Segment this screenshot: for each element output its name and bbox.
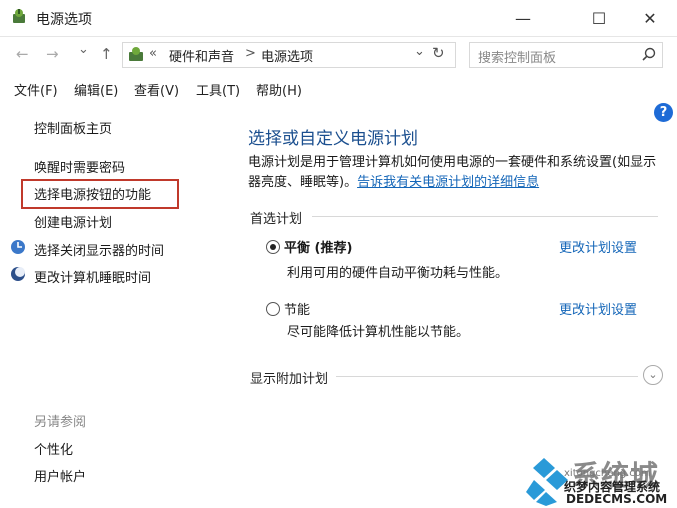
menu-tools[interactable]: 工具(T) [196, 80, 240, 99]
additional-plans-divider [336, 376, 638, 377]
up-arrow-icon[interactable]: ↑ [100, 45, 113, 63]
balanced-change-settings-link[interactable]: 更改计划设置 [559, 237, 637, 256]
learn-more-link[interactable]: 告诉我有关电源计划的详细信息 [357, 175, 539, 190]
page-title: 选择或自定义电源计划 [248, 129, 418, 149]
balanced-plan-description: 利用可用的硬件自动平衡功耗与性能。 [287, 266, 509, 281]
page-description: 电源计划是用于管理计算机如何使用电源的一套硬件和系统设置(如显示 器亮度、睡眠等… [248, 153, 658, 193]
window-title: 电源选项 [36, 12, 92, 28]
watermark: 系统城 xitongcheng.com 织梦内容管理系统 DEDECMS.COM [520, 452, 677, 508]
maximize-button[interactable]: ☐ [576, 0, 622, 36]
minimize-button[interactable]: — [500, 0, 546, 36]
sidebar-item-sleep-time[interactable]: 更改计算机睡眠时间 [34, 267, 151, 286]
address-bar[interactable]: « 硬件和声音 > 电源选项 [122, 42, 456, 68]
see-also-personalization[interactable]: 个性化 [34, 439, 73, 458]
back-arrow-icon[interactable]: ← [16, 45, 29, 63]
description-prefix: 器亮度、睡眠等)。 [248, 175, 358, 190]
title-bar: 电源选项 — ☐ ✕ [0, 0, 677, 37]
menu-help[interactable]: 帮助(H) [256, 80, 302, 99]
breadcrumb-hardware-sound[interactable]: 硬件和声音 [169, 46, 234, 65]
search-icon[interactable] [642, 47, 656, 61]
menu-edit[interactable]: 编辑(E) [74, 80, 118, 99]
power-saver-change-settings-link[interactable]: 更改计划设置 [559, 299, 637, 318]
menu-bar: 文件(F) 编辑(E) 查看(V) 工具(T) 帮助(H) [0, 77, 677, 101]
recent-locations-dropdown-icon[interactable]: ⌄ [78, 42, 89, 57]
help-icon[interactable]: ? [654, 103, 673, 122]
preferred-plans-divider [312, 216, 658, 217]
sidebar-item-create-plan[interactable]: 创建电源计划 [34, 212, 112, 231]
power-saver-plan-radio[interactable] [266, 302, 280, 316]
search-box[interactable]: 搜索控制面板 [469, 42, 663, 68]
sidebar-control-panel-home[interactable]: 控制面板主页 [34, 118, 112, 137]
menu-file[interactable]: 文件(F) [14, 80, 58, 99]
sidebar-item-power-button[interactable]: 选择电源按钮的功能 [34, 184, 151, 203]
display-timer-icon [11, 240, 25, 254]
show-additional-plans-label[interactable]: 显示附加计划 [250, 368, 328, 387]
refresh-icon[interactable]: ↻ [432, 44, 445, 62]
breadcrumb-separator-icon: > [245, 46, 256, 61]
sidebar-item-wake-password[interactable]: 唤醒时需要密码 [34, 157, 125, 176]
power-saver-plan-description: 尽可能降低计算机性能以节能。 [287, 325, 470, 340]
breadcrumb-overflow-icon[interactable]: « [149, 46, 157, 61]
address-dropdown-icon[interactable]: ⌄ [414, 44, 425, 59]
watermark-dedecms: DEDECMS.COM [566, 492, 668, 506]
preferred-plans-label: 首选计划 [250, 212, 303, 227]
description-line-2: 器亮度、睡眠等)。告诉我有关电源计划的详细信息 [248, 173, 658, 193]
close-button[interactable]: ✕ [627, 0, 673, 36]
breadcrumb-power-options[interactable]: 电源选项 [261, 46, 313, 65]
forward-arrow-icon[interactable]: → [46, 45, 59, 63]
sleep-moon-icon [11, 267, 25, 281]
expand-chevron-icon[interactable]: ⌄ [643, 365, 663, 385]
sidebar-item-display-off-time[interactable]: 选择关闭显示器的时间 [34, 240, 164, 259]
balanced-plan-name[interactable]: 平衡 (推荐) [284, 237, 352, 256]
search-placeholder: 搜索控制面板 [478, 51, 557, 66]
power-options-icon [13, 9, 25, 23]
see-also-user-accounts[interactable]: 用户帐户 [34, 466, 86, 485]
balanced-plan-radio[interactable] [266, 240, 280, 254]
description-line-1: 电源计划是用于管理计算机如何使用电源的一套硬件和系统设置(如显示 [248, 155, 657, 170]
control-panel-icon [129, 47, 143, 61]
menu-view[interactable]: 查看(V) [134, 80, 179, 99]
see-also-heading: 另请参阅 [34, 415, 87, 430]
power-saver-plan-name[interactable]: 节能 [284, 299, 310, 318]
